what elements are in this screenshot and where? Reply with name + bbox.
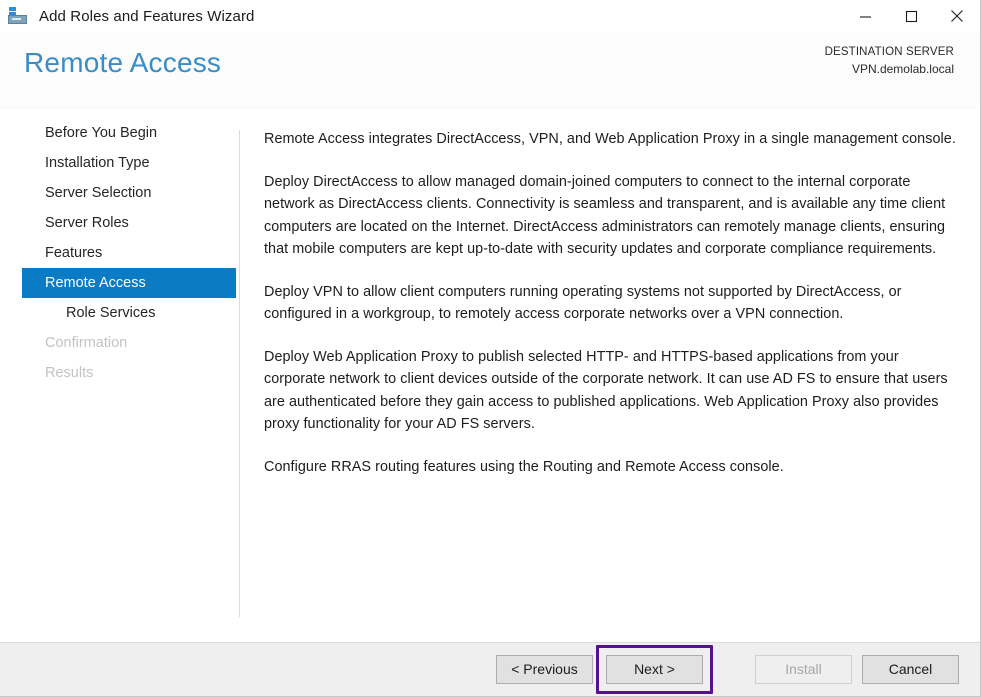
wizard-steps-sidebar: Before You Begin Installation Type Server … (0, 110, 239, 642)
sidebar-item-before-you-begin[interactable]: Before You Begin (0, 118, 239, 148)
maximize-icon (905, 10, 918, 23)
cancel-button[interactable]: Cancel (862, 655, 959, 684)
content-paragraph: Configure RRAS routing features using th… (264, 458, 784, 475)
sidebar-item-label: Role Services (66, 305, 156, 321)
next-button-highlight: Next > (596, 645, 713, 694)
wizard-footer: < Previous Next > Install Cancel (0, 642, 980, 696)
maximize-button[interactable] (888, 0, 934, 32)
sidebar-item-remote-access[interactable]: Remote Access (22, 268, 236, 298)
sidebar-item-results: Results (0, 358, 239, 388)
destination-server-block: DESTINATION SERVER VPN.demolab.local (825, 44, 954, 78)
minimize-button[interactable] (842, 0, 888, 32)
sidebar-item-features[interactable]: Features (0, 238, 239, 268)
window-controls (842, 0, 980, 32)
next-button[interactable]: Next > (606, 655, 703, 684)
wizard-body: Before You Begin Installation Type Server … (0, 110, 980, 642)
title-bar-left: Add Roles and Features Wizard (0, 6, 255, 26)
destination-server-value: VPN.demolab.local (851, 62, 954, 76)
sidebar-item-label: Server Roles (45, 215, 129, 231)
sidebar-item-label: Remote Access (45, 275, 146, 291)
sidebar-item-role-services[interactable]: Role Services (0, 298, 239, 328)
server-roles-icon (8, 6, 30, 26)
window-title: Add Roles and Features Wizard (39, 7, 255, 25)
content-pane: Remote Access integrates DirectAccess, V… (240, 110, 980, 642)
previous-button[interactable]: < Previous (496, 655, 593, 684)
content-paragraph: Deploy VPN to allow client computers run… (264, 283, 902, 323)
sidebar-item-confirmation: Confirmation (0, 328, 239, 358)
wizard-window: Add Roles and Features Wizard Remote Acc… (0, 0, 981, 697)
sidebar-item-server-selection[interactable]: Server Selection (0, 178, 239, 208)
page-title: Remote Access (24, 47, 222, 78)
sidebar-item-label: Before You Begin (45, 125, 158, 141)
install-button[interactable]: Install (755, 655, 852, 684)
minimize-icon (859, 10, 872, 23)
content-paragraph: Remote Access integrates DirectAccess, V… (264, 131, 956, 147)
sidebar-item-server-roles[interactable]: Server Roles (0, 208, 239, 238)
sidebar-item-installation-type[interactable]: Installation Type (0, 148, 239, 178)
content-paragraph: Deploy Web Application Proxy to publish … (264, 348, 948, 433)
close-icon (950, 9, 964, 23)
sidebar-item-label: Server Selection (45, 185, 152, 201)
sidebar-item-label: Installation Type (45, 155, 150, 171)
destination-server-label: DESTINATION SERVER (824, 46, 954, 58)
title-bar: Add Roles and Features Wizard (0, 0, 980, 32)
close-button[interactable] (934, 0, 980, 32)
content-paragraph: Deploy DirectAccess to allow managed dom… (264, 173, 946, 258)
page-header: Remote Access DESTINATION SERVER VPN.dem… (0, 32, 980, 110)
sidebar-item-label: Confirmation (45, 335, 128, 351)
sidebar-item-label: Features (45, 245, 103, 261)
sidebar-item-label: Results (45, 365, 94, 381)
